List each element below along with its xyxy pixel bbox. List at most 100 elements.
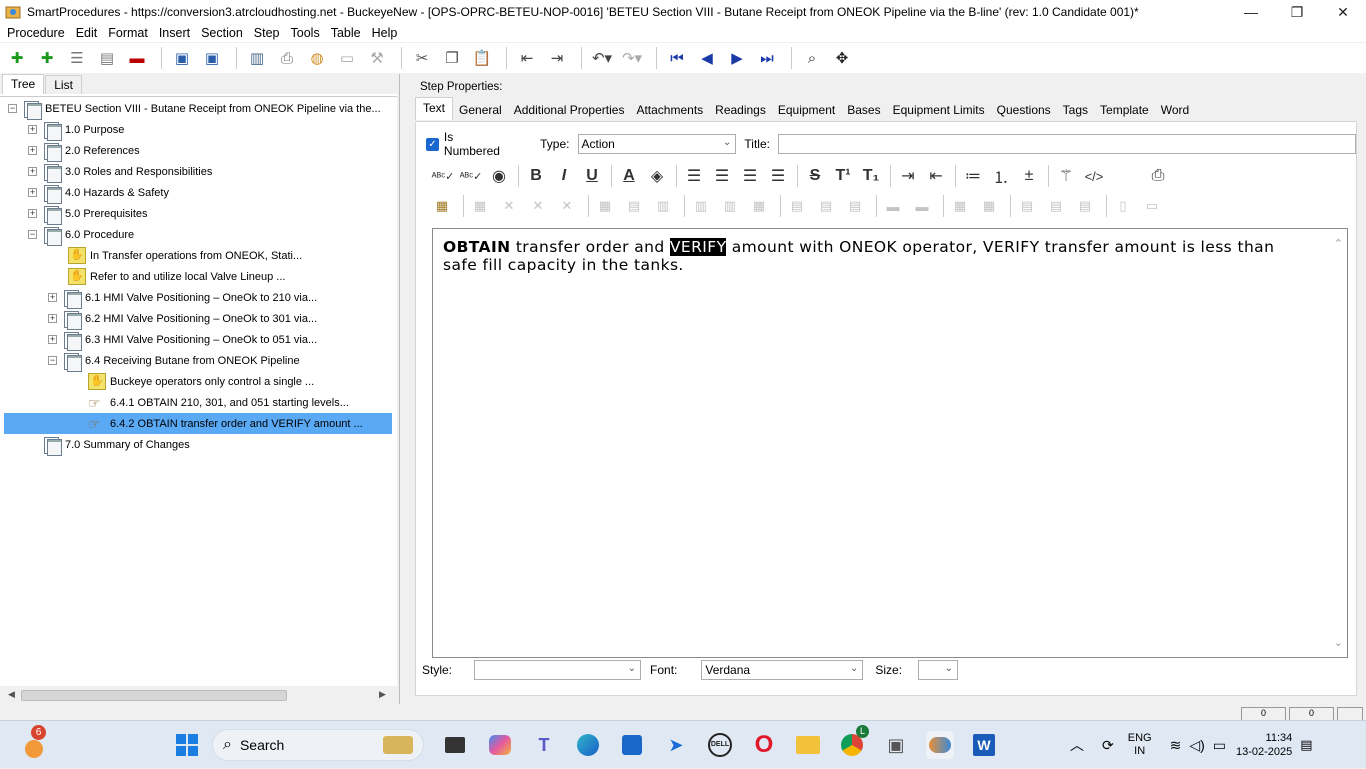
- strikethrough-icon[interactable]: S: [802, 164, 828, 188]
- table-tool-icon[interactable]: ▯: [1111, 194, 1135, 218]
- store-icon[interactable]: [618, 731, 646, 759]
- clock[interactable]: 11:34 13-02-2025: [1236, 731, 1292, 759]
- table-tool-icon[interactable]: ▤: [785, 194, 809, 218]
- print-icon[interactable]: ⎙: [1145, 164, 1171, 188]
- wifi-icon[interactable]: ≋: [1170, 737, 1182, 754]
- expand-icon[interactable]: +: [28, 167, 37, 176]
- table-tool-icon[interactable]: ✕: [526, 194, 550, 218]
- menu-format[interactable]: Format: [104, 26, 155, 40]
- menu-help[interactable]: Help: [368, 26, 405, 40]
- chevron-up-icon[interactable]: ︿: [1070, 735, 1084, 755]
- menu-table[interactable]: Table: [327, 26, 368, 40]
- table-tool-icon[interactable]: ▬: [910, 194, 934, 218]
- table-tool-icon[interactable]: ▭: [1140, 194, 1164, 218]
- chrome-icon[interactable]: L: [838, 725, 869, 759]
- spellcheck-icon[interactable]: ᴬᴮᶜ✓: [430, 164, 456, 188]
- table-tool-icon[interactable]: ▦: [948, 194, 972, 218]
- tab-questions[interactable]: Questions: [991, 100, 1057, 120]
- language-indicator[interactable]: ENG IN: [1128, 732, 1152, 758]
- size-dropdown[interactable]: ⌄: [918, 660, 959, 680]
- italic-icon[interactable]: I: [551, 164, 577, 188]
- tab-additional-properties[interactable]: Additional Properties: [508, 100, 631, 120]
- menu-edit[interactable]: Edit: [72, 26, 105, 40]
- table-tool-icon[interactable]: ▦: [468, 194, 492, 218]
- scroll-down-icon[interactable]: ⌄: [1334, 636, 1343, 649]
- style-dropdown[interactable]: ⌄: [474, 660, 642, 680]
- scroll-up-icon[interactable]: ⌃: [1334, 237, 1343, 250]
- scroll-right-icon[interactable]: ▶: [379, 689, 386, 700]
- scrollbar-thumb[interactable]: [21, 690, 287, 701]
- insert-table-icon[interactable]: ▦: [430, 194, 454, 218]
- justify-icon[interactable]: ☰: [765, 164, 791, 188]
- tab-attachments[interactable]: Attachments: [630, 100, 709, 120]
- underline-icon[interactable]: U: [579, 164, 605, 188]
- table-tool-icon[interactable]: ▤: [1073, 194, 1097, 218]
- teams-icon[interactable]: T: [530, 731, 558, 759]
- menu-tools[interactable]: Tools: [287, 26, 327, 40]
- table-tool-icon[interactable]: ▤: [843, 194, 867, 218]
- close-button[interactable]: ✕: [1320, 0, 1366, 24]
- table-tool-icon[interactable]: ▥: [689, 194, 713, 218]
- menu-procedure[interactable]: Procedure: [3, 26, 72, 40]
- move-icon[interactable]: ✥: [829, 46, 855, 70]
- title-input[interactable]: [777, 134, 1356, 154]
- tree-item[interactable]: + 2.0 References: [28, 140, 420, 162]
- redo-icon[interactable]: ↷▾: [619, 46, 645, 70]
- scroll-left-icon[interactable]: ◀: [8, 689, 15, 700]
- highlight-icon[interactable]: ◉: [486, 164, 512, 188]
- subscript-icon[interactable]: T₁: [858, 164, 884, 188]
- menu-step[interactable]: Step: [250, 26, 287, 40]
- horizontal-scrollbar[interactable]: ◀ ▶: [0, 686, 397, 704]
- collapse-icon[interactable]: −: [48, 356, 57, 365]
- paste-icon[interactable]: 📋: [469, 46, 495, 70]
- outdent-icon[interactable]: ⇤: [923, 164, 949, 188]
- next-icon[interactable]: ▶: [724, 46, 750, 70]
- table-tool-icon[interactable]: ▦: [747, 194, 771, 218]
- superscript-icon[interactable]: T¹: [830, 164, 856, 188]
- indent-icon[interactable]: ⇥: [895, 164, 921, 188]
- network-sync-icon[interactable]: ⟳: [1102, 737, 1114, 754]
- expand-icon[interactable]: +: [28, 209, 37, 218]
- copilot-icon[interactable]: [486, 731, 514, 759]
- start-icon[interactable]: [173, 731, 201, 759]
- spellcheck-all-icon[interactable]: ᴬᴮᶜ✓: [458, 164, 484, 188]
- expand-icon[interactable]: +: [48, 293, 57, 302]
- word-icon[interactable]: W: [970, 731, 998, 759]
- expand-icon[interactable]: +: [48, 335, 57, 344]
- open-icon[interactable]: ▣: [169, 46, 195, 70]
- smartprocedures-icon[interactable]: [926, 731, 954, 759]
- menu-section[interactable]: Section: [197, 26, 250, 40]
- table-tool-icon[interactable]: ▦: [977, 194, 1001, 218]
- align-left-icon[interactable]: ☰: [681, 164, 707, 188]
- expand-icon[interactable]: +: [28, 146, 37, 155]
- is-numbered-checkbox[interactable]: ✓: [426, 137, 439, 151]
- last-icon[interactable]: ⏭: [754, 46, 780, 70]
- edge-icon[interactable]: [574, 731, 602, 759]
- file-explorer-icon[interactable]: [794, 731, 822, 759]
- step-text[interactable]: OBTAIN transfer order and VERIFY amount …: [443, 238, 1309, 274]
- magic-wand-icon[interactable]: ⚚: [1053, 164, 1079, 188]
- tab-word[interactable]: Word: [1155, 100, 1195, 120]
- save-icon[interactable]: ▣: [199, 46, 225, 70]
- opera-icon[interactable]: O: [750, 731, 778, 759]
- expand-icon[interactable]: +: [48, 314, 57, 323]
- taskbar-search[interactable]: ⌕ Search: [212, 729, 424, 761]
- spell-icon[interactable]: ⌕: [799, 46, 825, 70]
- expand-icon[interactable]: +: [28, 125, 37, 134]
- bullet-list-icon[interactable]: ≔: [960, 164, 986, 188]
- minimize-button[interactable]: —: [1228, 0, 1274, 24]
- restore-button[interactable]: ❐: [1274, 0, 1320, 24]
- tab-tags[interactable]: Tags: [1057, 100, 1094, 120]
- add-icon[interactable]: ✚: [4, 46, 30, 70]
- tree-item[interactable]: − 6.4 Receiving Butane from ONEOK Pipeli…: [48, 350, 440, 372]
- remove-icon[interactable]: ▬: [124, 46, 150, 70]
- task-view-icon[interactable]: [441, 731, 469, 759]
- tab-equipment[interactable]: Equipment: [772, 100, 841, 120]
- numbered-list-icon[interactable]: ⒈: [988, 164, 1014, 188]
- globe-icon[interactable]: ◍: [304, 46, 330, 70]
- insert-line-icon[interactable]: ±: [1016, 164, 1042, 188]
- fill-color-icon[interactable]: ◈: [644, 164, 670, 188]
- table-tool-icon[interactable]: ▥: [718, 194, 742, 218]
- add-child-icon[interactable]: ✚: [34, 46, 60, 70]
- type-dropdown[interactable]: Action ⌄: [577, 134, 737, 154]
